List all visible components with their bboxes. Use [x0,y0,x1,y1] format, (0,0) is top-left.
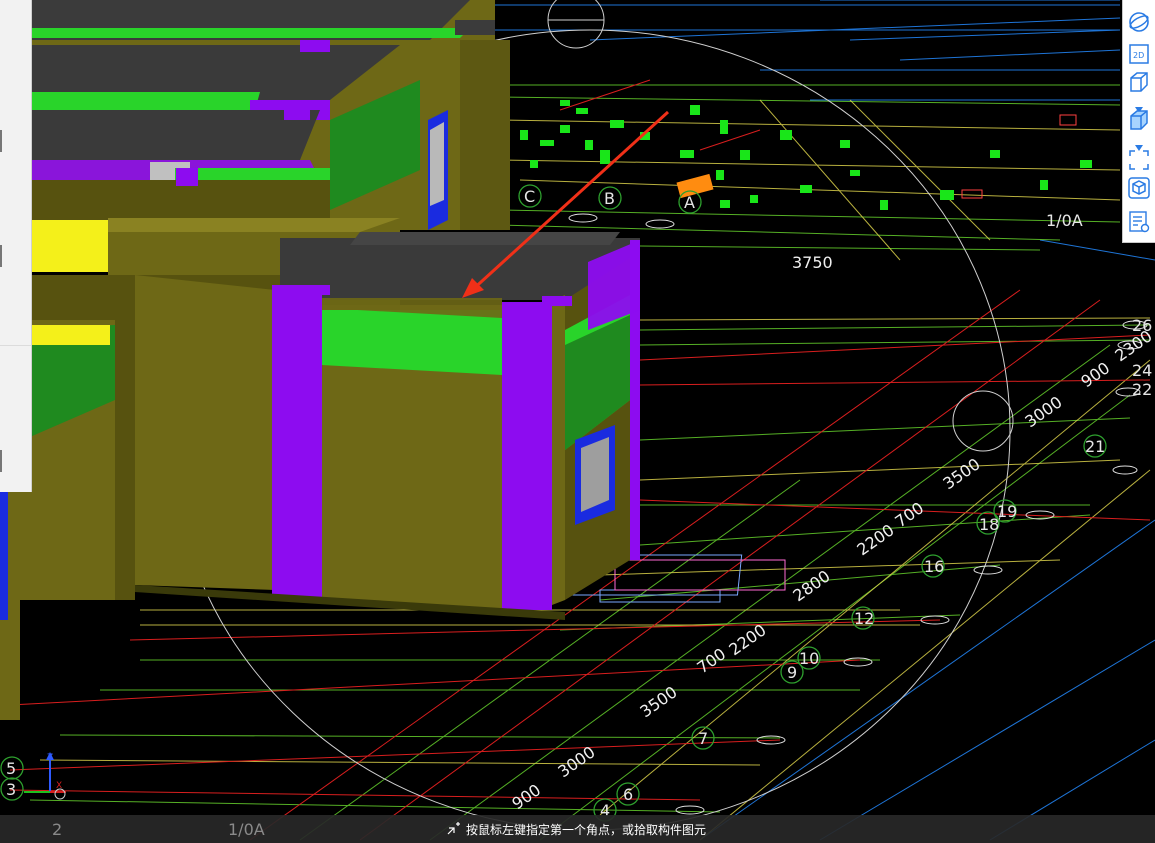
status-message: 按鼠标左键指定第一个角点，或拾取构件图元 [466,823,707,837]
axis-label-10: 10 [799,649,819,668]
chevron-down-icon[interactable] [1135,98,1143,113]
axis-label-C: C [524,187,535,206]
axis-label-18: 18 [979,515,999,534]
axis-label-9: 9 [787,663,797,682]
view-toolbar: 2D [1122,0,1155,243]
axis-label-6: 6 [623,785,633,804]
bottom-axis-label: 1/0A [228,820,265,839]
region-select-icon[interactable] [1127,148,1151,172]
pick-cursor-icon [446,821,462,835]
panel-edge-marker [0,245,2,267]
panel-divider [0,345,31,346]
axis-label-22: 22 [1132,380,1152,399]
dim-3750: 3750 [792,253,833,272]
axis-label-12: 12 [854,609,874,628]
axis-gizmo-z: Z [47,753,53,763]
view-cube-icon[interactable] [1127,70,1151,94]
view-2d-icon[interactable]: 2D [1127,42,1151,66]
status-bar: 按鼠标左键指定第一个角点，或拾取构件图元 [0,815,1155,843]
view-solid-icon[interactable] [1127,108,1151,132]
axis-label-3: 3 [6,780,16,799]
component-cube-icon[interactable] [1127,176,1151,200]
svg-text:2D: 2D [1133,51,1144,60]
axis-label-B: B [604,189,615,208]
axis-label-7: 7 [698,729,708,748]
orbit-3d-icon[interactable] [1127,10,1151,34]
axis-label-1-0A: 1/0A [1046,211,1083,230]
axis-label-5: 5 [6,759,16,778]
panel-edge-marker [0,130,2,152]
bottom-axis-label: 2 [52,820,63,839]
axis-gizmo-x: X [56,781,62,791]
axis-label-24: 24 [1132,361,1152,380]
chevron-down-icon[interactable] [1135,136,1143,151]
axis-label-21: 21 [1085,437,1105,456]
axis-label-A: A [684,193,695,212]
left-properties-panel[interactable] [0,0,32,492]
panel-edge-marker [0,450,2,472]
cad-3d-viewport[interactable]: C B A 1/0A 26 24 22 21 19 18 16 12 10 9 … [0,0,1155,843]
axis-label-19: 19 [997,502,1017,521]
axis-label-16: 16 [924,557,944,576]
properties-list-icon[interactable] [1127,210,1151,234]
